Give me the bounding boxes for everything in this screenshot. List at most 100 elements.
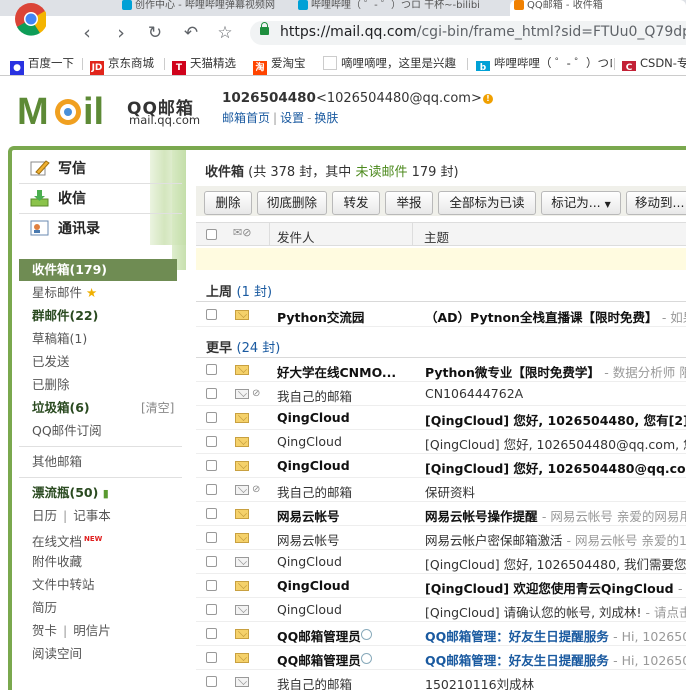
nav-calendar[interactable]: 日历 | 记事本 bbox=[32, 505, 111, 527]
undo-icon[interactable]: ↶ bbox=[180, 22, 202, 44]
row-sender[interactable]: QingCloud bbox=[277, 434, 342, 449]
row-subject[interactable]: [QingCloud] 欢迎您使用青云QingCloud - 祝 bbox=[425, 578, 686, 597]
subject-column-header[interactable]: 主题 bbox=[424, 227, 449, 246]
mail-row[interactable]: QingCloud [QingCloud] 您好, 1026504480, 您有[… bbox=[196, 406, 686, 430]
nav-sent[interactable]: 已发送 bbox=[32, 351, 70, 373]
compose-button[interactable]: 写信 bbox=[30, 158, 86, 180]
row-sender[interactable]: Python交流园 bbox=[277, 307, 364, 326]
row-checkbox[interactable] bbox=[206, 652, 217, 663]
mail-row[interactable]: QingCloud [QingCloud] 请确认您的帐号, 刘成林! - 请点击 bbox=[196, 598, 686, 622]
row-sender[interactable]: QingCloud bbox=[277, 458, 350, 473]
report-button[interactable]: 举报 bbox=[385, 191, 433, 215]
browser-tab-3[interactable]: QQ邮箱 - 收件箱 bbox=[510, 0, 686, 16]
bookmark-csdn[interactable]: C CSDN-专 bbox=[622, 55, 686, 71]
mail-row[interactable]: 网易云帐号 网易云帐号操作提醒 - 网易云帐号 亲爱的网易用户 bbox=[196, 502, 686, 526]
row-subject[interactable]: [QingCloud] 您好, 1026504480, 您有[2] bbox=[425, 410, 686, 429]
mail-row[interactable]: QQ邮箱管理员 QQ邮箱管理：好友生日提醒服务 - Hi, 102650 bbox=[196, 646, 686, 670]
row-subject[interactable]: （AD）Pytnon全栈直播课【限时免费】 - 如果 bbox=[425, 307, 686, 326]
bookmark-bilibili[interactable]: b 哔哩哔哩（ ゜- ゜）つロ bbox=[476, 55, 612, 71]
mail-row[interactable]: 我自己的邮箱 150210116刘成林 bbox=[196, 670, 686, 690]
mark-all-read-button[interactable]: 全部标为已读 bbox=[438, 191, 536, 215]
move-to-dropdown[interactable]: 移动到... bbox=[626, 191, 686, 215]
row-sender[interactable]: 网易云帐号 bbox=[277, 530, 340, 549]
row-subject[interactable]: 150210116刘成林 bbox=[425, 674, 534, 690]
row-subject[interactable]: CN106444762A bbox=[425, 386, 523, 401]
skin-link[interactable]: 换肤 bbox=[314, 111, 338, 125]
row-sender[interactable]: QingCloud bbox=[277, 578, 350, 593]
back-button[interactable]: ‹ bbox=[76, 22, 98, 44]
row-checkbox[interactable] bbox=[206, 364, 217, 375]
mail-row[interactable]: QingCloud [QingCloud] 欢迎您使用青云QingCloud - … bbox=[196, 574, 686, 598]
row-checkbox[interactable] bbox=[206, 580, 217, 591]
select-all-checkbox[interactable] bbox=[206, 229, 217, 240]
row-checkbox[interactable] bbox=[206, 388, 217, 399]
bookmark-baidu[interactable]: ● 百度一下 bbox=[10, 55, 74, 75]
mark-as-dropdown[interactable]: 标记为... ▼ bbox=[541, 191, 621, 215]
mail-row[interactable]: 好大学在线CNMO... Python微专业【限时免费学】 - 数据分析师 限时 bbox=[196, 358, 686, 382]
mail-row[interactable]: QingCloud [QingCloud] 您好, 1026504480, 我们需… bbox=[196, 550, 686, 574]
mail-row[interactable]: ⊘ 我自己的邮箱 CN106444762A bbox=[196, 382, 686, 406]
nav-groups[interactable]: 群邮件(22) bbox=[32, 305, 98, 327]
row-checkbox[interactable] bbox=[206, 604, 217, 615]
nav-drafts[interactable]: 草稿箱(1) bbox=[32, 328, 87, 350]
permanent-delete-button[interactable]: 彻底删除 bbox=[257, 191, 327, 215]
unread-link[interactable]: 未读邮件 bbox=[355, 165, 407, 180]
row-subject[interactable]: [QingCloud] 您好, 1026504480, 我们需要您的 bbox=[425, 554, 686, 573]
mail-row[interactable]: 网易云帐号 网易云帐户密保邮箱激活 - 网易云帐号 亲爱的17 bbox=[196, 526, 686, 550]
row-subject[interactable]: 保研资料 bbox=[425, 482, 475, 501]
row-sender[interactable]: QQ邮箱管理员 bbox=[277, 650, 361, 669]
contacts-button[interactable]: 通讯录 bbox=[30, 218, 100, 240]
nav-subscription[interactable]: QQ邮件订阅 bbox=[32, 420, 102, 442]
row-sender[interactable]: 我自己的邮箱 bbox=[277, 386, 352, 405]
mail-row[interactable]: ⊘ 我自己的邮箱 保研资料 bbox=[196, 478, 686, 502]
nav-file-transfer[interactable]: 文件中转站 bbox=[32, 574, 95, 596]
mail-row[interactable]: QingCloud [QingCloud] 您好, 1026504480@qq.c… bbox=[196, 454, 686, 478]
row-sender[interactable]: QingCloud bbox=[277, 554, 342, 569]
row-checkbox[interactable] bbox=[206, 628, 217, 639]
reload-button[interactable]: ↻ bbox=[144, 22, 166, 44]
row-subject[interactable]: QQ邮箱管理：好友生日提醒服务 - Hi, 102650 bbox=[425, 626, 686, 645]
nav-spam[interactable]: 垃圾箱(6) bbox=[32, 397, 90, 419]
row-sender[interactable]: 我自己的邮箱 bbox=[277, 674, 352, 690]
row-sender[interactable]: QingCloud bbox=[277, 602, 342, 617]
receive-button[interactable]: 收信 bbox=[30, 188, 86, 210]
bookmark-taobao[interactable]: 淘爱淘宝 bbox=[253, 55, 306, 75]
row-subject[interactable]: [QingCloud] 您好, 1026504480@qq.com, 您 bbox=[425, 434, 686, 453]
row-checkbox[interactable] bbox=[206, 676, 217, 687]
mail-row[interactable]: Python交流园 （AD）Pytnon全栈直播课【限时免费】 - 如果 bbox=[196, 303, 686, 327]
nav-starred[interactable]: 星标邮件 ★ bbox=[32, 282, 97, 304]
row-checkbox[interactable] bbox=[206, 436, 217, 447]
warning-icon[interactable]: ! bbox=[483, 94, 493, 104]
nav-docs[interactable]: 在线文档 NEW bbox=[32, 528, 102, 550]
row-subject[interactable]: [QingCloud] 请确认您的帐号, 刘成林! - 请点击 bbox=[425, 602, 686, 621]
row-subject[interactable]: 网易云帐户密保邮箱激活 - 网易云帐号 亲爱的17 bbox=[425, 530, 686, 549]
row-sender[interactable]: 我自己的邮箱 bbox=[277, 482, 352, 501]
mail-row[interactable]: QQ邮箱管理员 QQ邮箱管理：好友生日提醒服务 - Hi, 102650 bbox=[196, 622, 686, 646]
browser-tab-2[interactable]: 哔哩哔哩（ ゜- ゜）つロ 干杯~-bilibi bbox=[294, 0, 504, 16]
nav-postcards[interactable]: 明信片 bbox=[73, 623, 111, 638]
group-count[interactable]: (1 封) bbox=[237, 285, 273, 300]
forward-mail-button[interactable]: 转发 bbox=[332, 191, 380, 215]
bookmark-dilidili[interactable]: 嘀哩嘀哩，这里是兴趣 bbox=[323, 55, 463, 71]
sender-column-header[interactable]: 发件人 bbox=[277, 227, 315, 246]
row-checkbox[interactable] bbox=[206, 460, 217, 471]
row-subject[interactable]: [QingCloud] 您好, 1026504480@qq.com bbox=[425, 458, 686, 477]
url-text[interactable]: https://mail.qq.com/cgi-bin/frame_html?s… bbox=[280, 24, 686, 40]
nav-deleted[interactable]: 已删除 bbox=[32, 374, 70, 396]
row-checkbox[interactable] bbox=[206, 508, 217, 519]
nav-other-mail[interactable]: 其他邮箱 bbox=[32, 451, 82, 473]
spam-clear-link[interactable]: [清空] bbox=[141, 397, 174, 419]
row-sender[interactable]: 好大学在线CNMO... bbox=[277, 362, 396, 381]
settings-link[interactable]: 设置 bbox=[280, 111, 304, 125]
nav-attachments[interactable]: 附件收藏 bbox=[32, 551, 82, 573]
bookmark-tmall[interactable]: T 天猫精选 bbox=[172, 55, 236, 75]
group-count[interactable]: (24 封) bbox=[237, 341, 281, 356]
row-checkbox[interactable] bbox=[206, 484, 217, 495]
forward-button[interactable]: › bbox=[110, 22, 132, 44]
row-checkbox[interactable] bbox=[206, 412, 217, 423]
nav-cards[interactable]: 贺卡 | 明信片 bbox=[32, 620, 111, 642]
row-checkbox[interactable] bbox=[206, 556, 217, 567]
row-sender[interactable]: QingCloud bbox=[277, 410, 350, 425]
nav-drift-bottle[interactable]: 漂流瓶(50) ▮ bbox=[32, 482, 109, 504]
bookmark-jd[interactable]: JD 京东商城 bbox=[90, 55, 154, 75]
